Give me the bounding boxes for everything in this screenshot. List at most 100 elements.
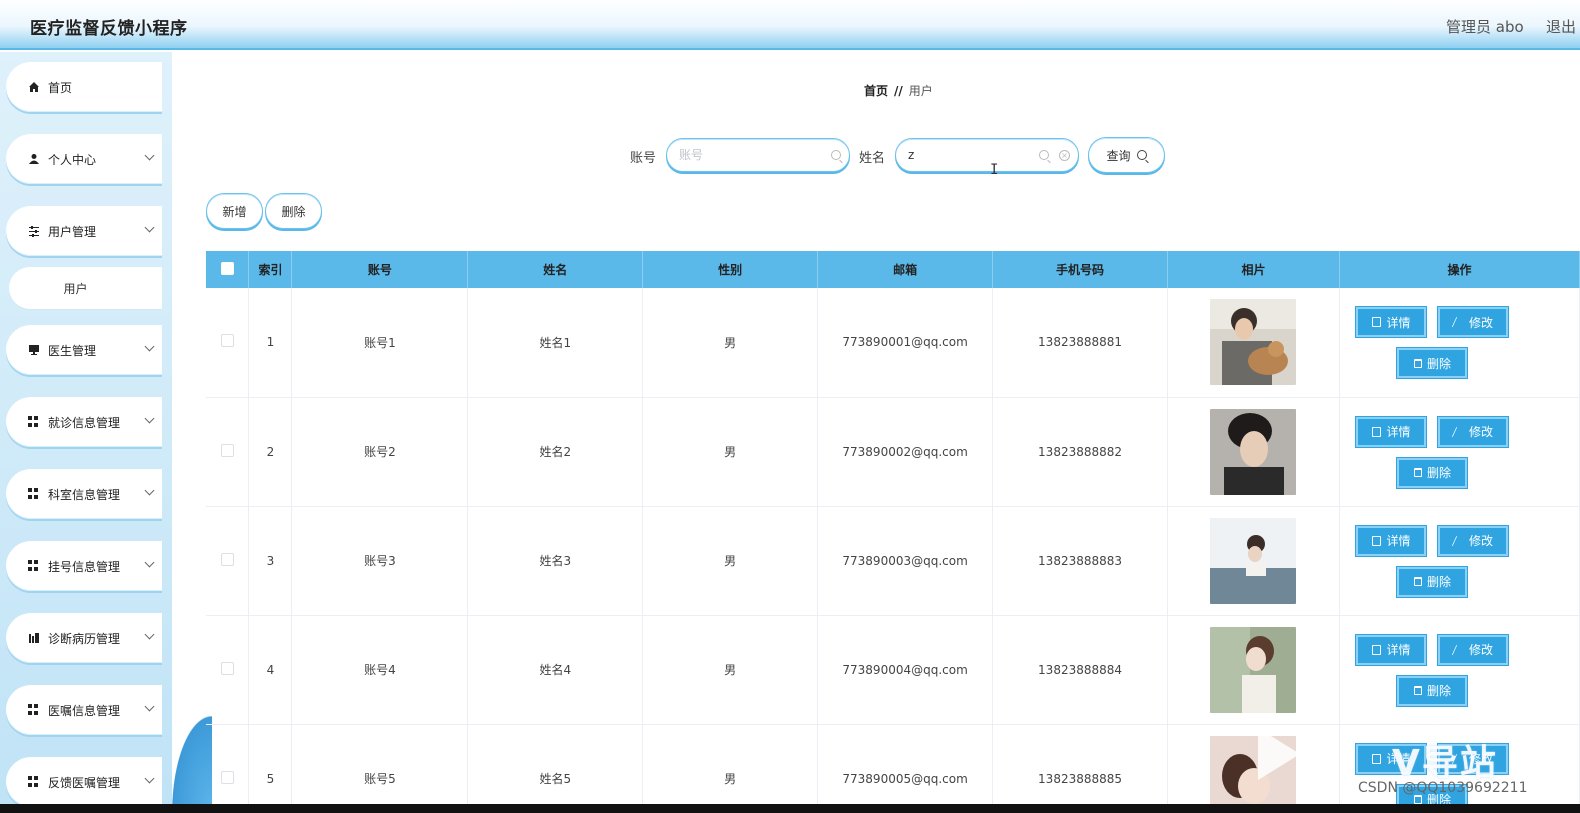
admin-name: 管理员 abo [1446, 18, 1524, 36]
sidebar: 首页 个人中心 用户管理 用户 医生管理 就诊信息管理 科室信息管理 挂号信息管… [0, 52, 172, 813]
column-header: 相片 [1167, 251, 1340, 288]
sidebar-item-label: 就诊信息管理 [48, 415, 121, 430]
delete-button[interactable]: 删除 [1397, 457, 1468, 488]
sidebar-item-home[interactable]: 首页 [6, 62, 162, 112]
sidebar-item-visit-info[interactable]: 就诊信息管理 [6, 397, 162, 447]
user-photo[interactable] [1210, 626, 1297, 713]
phone-cell: 13823888883 [992, 506, 1169, 616]
add-button[interactable]: 新增 [206, 193, 263, 229]
grid-icon [28, 560, 40, 572]
delete-button[interactable]: 删除 [1397, 566, 1468, 597]
edit-icon [1451, 535, 1467, 546]
sidebar-item-feedback-orders[interactable]: 反馈医嘱管理 [6, 757, 162, 807]
account-search-field[interactable] [666, 138, 850, 172]
name-search-label: 姓名 [859, 151, 886, 166]
table-row: 1 账号1 姓名1 男 773890001@qq.com 13823888881… [206, 288, 1580, 398]
clear-icon[interactable]: × [1059, 150, 1070, 161]
edit-button[interactable]: 修改 [1438, 416, 1509, 447]
column-header: 性别 [642, 251, 819, 288]
sidebar-item-doctor-management[interactable]: 医生管理 [6, 325, 162, 375]
logout-link[interactable]: 退出 [1546, 16, 1576, 37]
delete-button[interactable]: 删除 [1397, 348, 1468, 378]
breadcrumb: 首页 // 用户 [864, 82, 933, 99]
document-icon [1372, 644, 1382, 655]
detail-button[interactable]: 详情 [1356, 307, 1427, 337]
sidebar-item-personal-center[interactable]: 个人中心 [6, 134, 162, 184]
account-cell: 账号4 [291, 615, 469, 725]
index-cell: 3 [248, 506, 293, 616]
name-cell: 姓名1 [467, 288, 644, 398]
sidebar-item-user-management[interactable]: 用户管理 [6, 206, 162, 256]
search-icon [1039, 150, 1049, 160]
detail-button[interactable]: 详情 [1356, 634, 1427, 665]
play-icon [1258, 728, 1300, 780]
row-checkbox[interactable] [220, 770, 234, 784]
row-checkbox[interactable] [220, 552, 234, 566]
delete-button[interactable]: 删除 [1397, 675, 1468, 706]
document-icon [1372, 317, 1382, 327]
trash-icon [1413, 468, 1422, 477]
sidebar-item-medical-orders[interactable]: 医嘱信息管理 [6, 685, 162, 735]
edit-button[interactable]: 修改 [1438, 525, 1509, 556]
account-cell: 账号3 [291, 506, 469, 616]
sidebar-item-diagnosis-records[interactable]: 诊断病历管理 [6, 613, 162, 663]
search-icon [831, 150, 841, 160]
bulk-delete-button[interactable]: 删除 [265, 193, 322, 229]
name-cell: 姓名4 [467, 615, 644, 725]
monitor-icon [28, 344, 40, 356]
breadcrumb-current: 用户 [908, 84, 933, 98]
document-icon [1372, 535, 1382, 546]
chevron-down-icon [144, 341, 155, 352]
grid-icon [28, 488, 40, 500]
row-checkbox[interactable] [220, 661, 234, 675]
table-row: 4 账号4 姓名4 男 773890004@qq.com 13823888884… [206, 615, 1580, 725]
select-all-checkbox[interactable] [220, 261, 234, 275]
query-button[interactable]: 查询 [1088, 137, 1165, 173]
account-cell: 账号1 [291, 288, 469, 398]
breadcrumb-home[interactable]: 首页 [864, 84, 888, 98]
user-photo[interactable] [1210, 517, 1297, 604]
detail-button[interactable]: 详情 [1356, 525, 1427, 556]
table-row: 5 账号5 姓名5 男 773890005@qq.com 13823888885… [206, 724, 1580, 813]
row-checkbox[interactable] [220, 334, 234, 348]
index-cell: 4 [248, 615, 293, 725]
row-checkbox[interactable] [220, 443, 234, 457]
csdn-watermark: CSDN @QQ1039692211 [1358, 780, 1528, 796]
edit-button[interactable]: 修改 [1438, 634, 1509, 665]
chevron-down-icon [144, 485, 155, 496]
sidebar-item-label: 科室信息管理 [48, 487, 121, 502]
sliders-icon [28, 225, 40, 237]
name-search-input[interactable] [908, 148, 1048, 162]
table-row: 2 账号2 姓名2 男 773890002@qq.com 13823888882… [206, 397, 1580, 507]
table-header-row: 索引 账号 姓名 性别 邮箱 手机号码 相片 操作 [206, 251, 1580, 288]
user-photo[interactable] [1210, 299, 1297, 386]
chart-icon [28, 632, 40, 644]
sidebar-item-label: 医生管理 [48, 343, 97, 358]
sidebar-item-label: 挂号信息管理 [48, 559, 121, 574]
chevron-down-icon [144, 413, 155, 424]
index-cell: 1 [248, 288, 293, 398]
column-header: 邮箱 [817, 251, 994, 288]
edit-button[interactable]: 修改 [1438, 307, 1509, 337]
user-icon [28, 153, 40, 165]
sidebar-subitem-users[interactable]: 用户 [9, 267, 162, 309]
trash-icon [1413, 686, 1422, 695]
sidebar-item-registration-info[interactable]: 挂号信息管理 [6, 541, 162, 591]
query-button-label: 查询 [1106, 148, 1131, 163]
grid-icon [28, 704, 40, 716]
column-header: 账号 [291, 251, 469, 288]
trash-icon [1413, 577, 1422, 586]
edit-icon [1451, 317, 1467, 327]
email-cell: 773890004@qq.com [817, 615, 994, 725]
sidebar-item-department-info[interactable]: 科室信息管理 [6, 469, 162, 519]
user-photo[interactable] [1210, 408, 1297, 495]
column-header: 索引 [248, 251, 293, 288]
name-cell: 姓名2 [467, 397, 644, 507]
phone-cell: 13823888885 [992, 724, 1169, 813]
chevron-down-icon [144, 557, 155, 568]
name-search-field[interactable]: × [895, 138, 1079, 172]
detail-button[interactable]: 详情 [1356, 416, 1427, 447]
account-search-input[interactable] [679, 148, 819, 162]
row-actions: 详情 修改 删除 [1345, 288, 1573, 397]
sidebar-item-label: 个人中心 [48, 152, 97, 167]
